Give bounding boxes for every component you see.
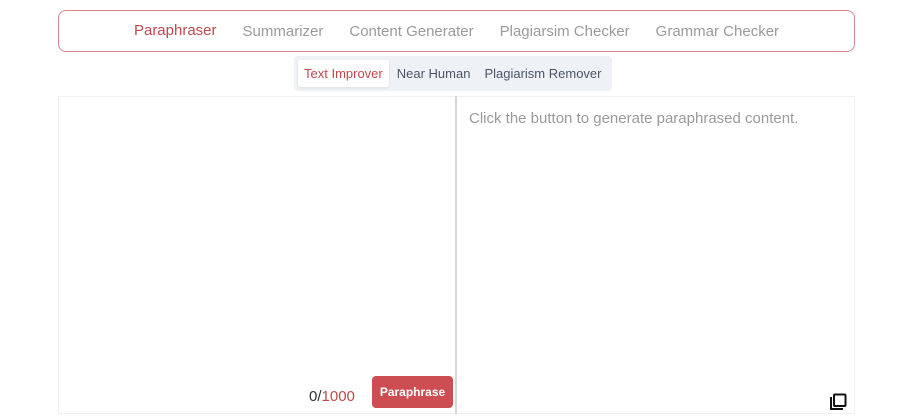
subtab-plagiarism-remover[interactable]: Plagiarism Remover	[478, 60, 607, 87]
character-counter: 0/1000	[309, 388, 355, 405]
tab-paraphraser[interactable]: Paraphraser	[120, 11, 230, 51]
tab-summarizer[interactable]: Summarizer	[230, 11, 337, 51]
character-max: 1000	[321, 388, 355, 405]
input-textarea[interactable]	[69, 107, 445, 367]
tab-content-generater[interactable]: Content Generater	[336, 11, 486, 51]
output-placeholder: Click the button to generate paraphrased…	[469, 110, 799, 127]
paraphrase-button[interactable]: Paraphrase	[372, 376, 453, 408]
input-panel: 0/1000 Paraphrase	[58, 96, 456, 414]
character-count: 0/	[309, 388, 322, 405]
subtab-near-human[interactable]: Near Human	[391, 60, 477, 87]
output-panel: Click the button to generate paraphrased…	[457, 96, 855, 414]
copy-icon[interactable]	[829, 393, 847, 411]
tab-grammar-checker[interactable]: Grammar Checker	[643, 11, 792, 51]
subtab-text-improver[interactable]: Text Improver	[298, 60, 389, 87]
tool-tabs: Paraphraser Summarizer Content Generater…	[59, 11, 854, 51]
tab-plagiarsim-checker[interactable]: Plagiarsim Checker	[487, 11, 643, 51]
mode-subtabs: Text Improver Near Human Plagiarism Remo…	[294, 56, 612, 91]
tool-tabbar: Paraphraser Summarizer Content Generater…	[58, 10, 855, 52]
